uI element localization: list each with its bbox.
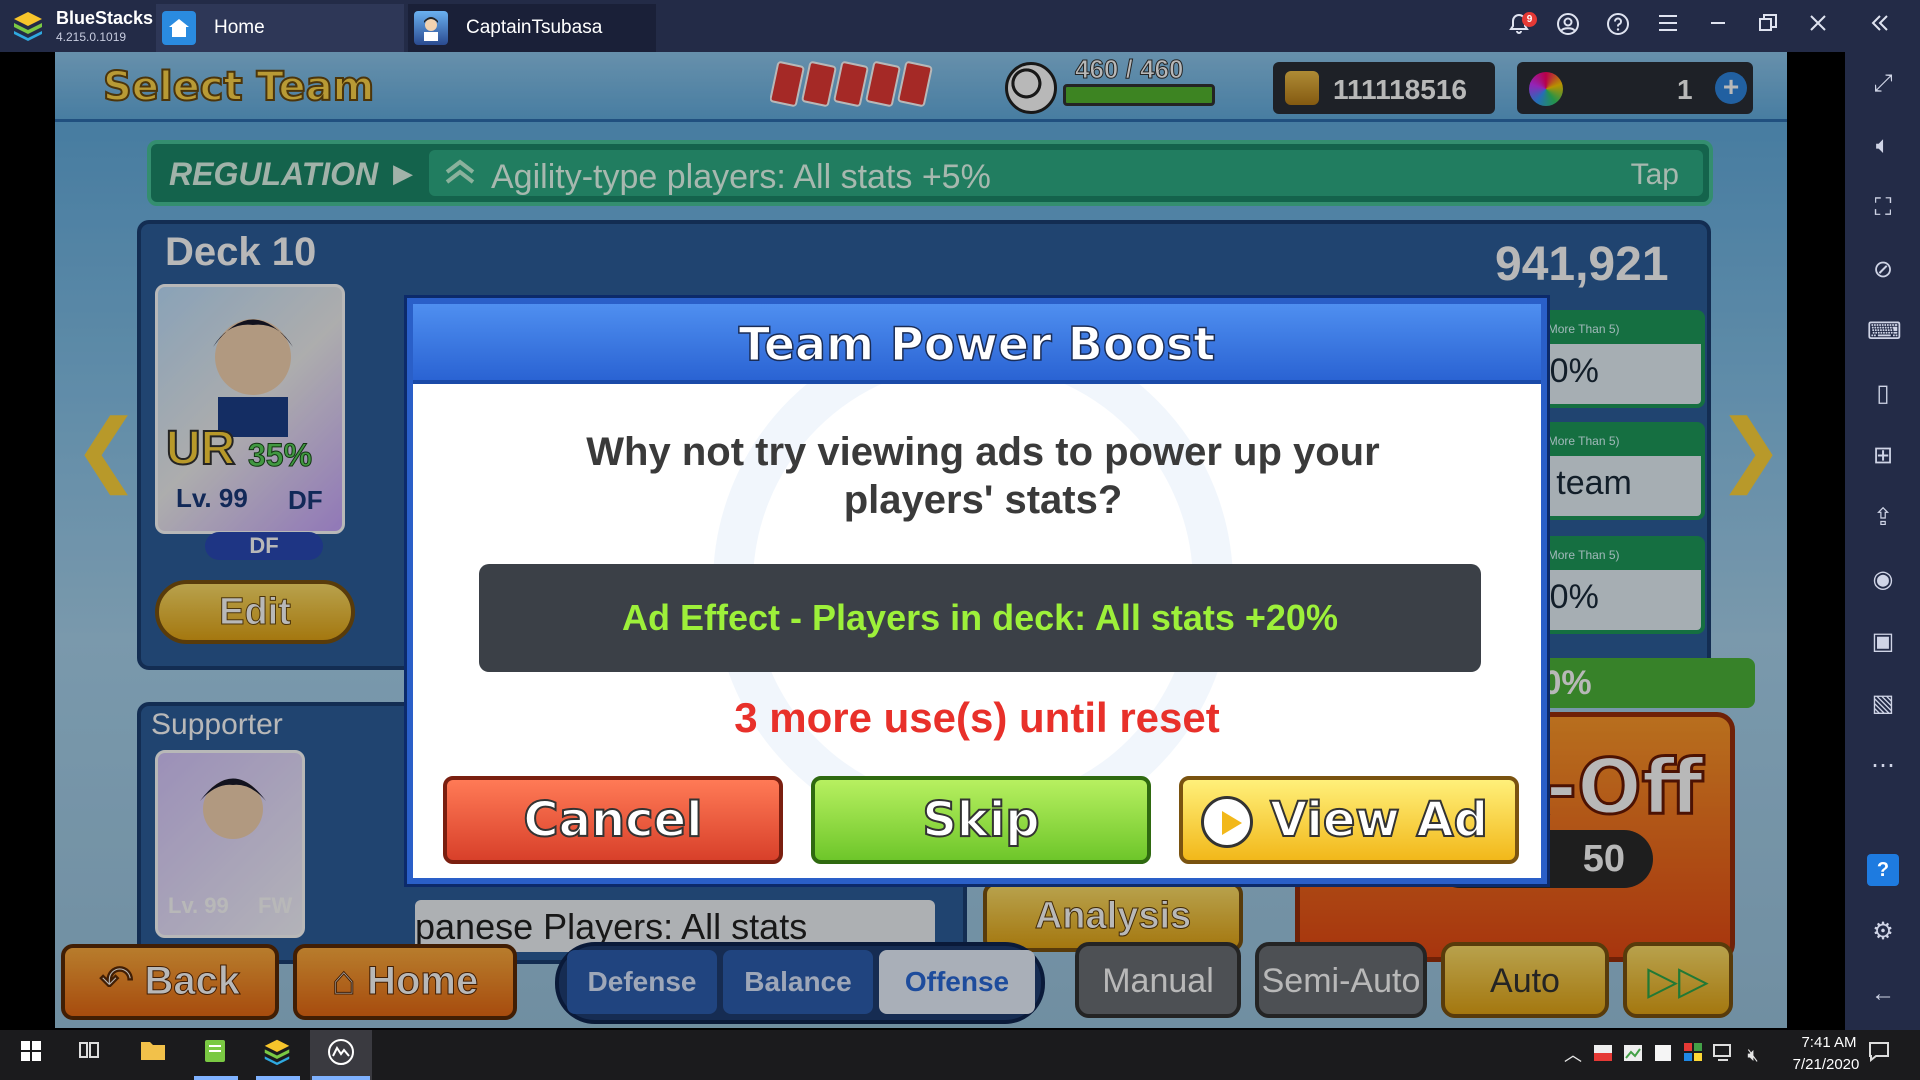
network-icon[interactable]: [1706, 1038, 1740, 1072]
screen-lock-icon[interactable]: ⛶: [1867, 192, 1899, 224]
active-indicator: [312, 1076, 370, 1080]
fullscreen-icon[interactable]: ⤢: [1867, 68, 1899, 100]
task-view-icon[interactable]: [72, 1038, 106, 1072]
file-explorer-icon[interactable]: [136, 1038, 170, 1072]
close-icon[interactable]: [1804, 12, 1832, 40]
skip-button[interactable]: Skip: [811, 776, 1151, 864]
view-ad-button[interactable]: View Ad: [1179, 776, 1519, 864]
tray-app-icon-1[interactable]: [1586, 1038, 1620, 1072]
play-icon: [1201, 796, 1253, 848]
team-power-boost-dialog: Team Power Boost Why not try viewing ads…: [407, 298, 1547, 884]
cancel-button[interactable]: Cancel: [443, 776, 783, 864]
clock-time[interactable]: 7:41 AM: [1784, 1034, 1874, 1051]
phone-icon[interactable]: ▯: [1867, 378, 1899, 410]
tray-app-icon-3[interactable]: [1646, 1038, 1680, 1072]
restore-icon[interactable]: [1754, 12, 1782, 40]
tab-home[interactable]: Home: [156, 4, 404, 52]
menu-icon[interactable]: [1654, 12, 1682, 40]
app-name: BlueStacks: [56, 8, 154, 28]
tab-captaintsubasa[interactable]: CaptainTsubasa: [408, 4, 656, 52]
eye-off-icon[interactable]: ⊘: [1867, 254, 1899, 286]
more-icon[interactable]: ⋯: [1867, 750, 1899, 782]
dialog-message: Why not try viewing ads to power up your…: [586, 430, 1380, 522]
uses-remaining-text: 3 more use(s) until reset: [734, 694, 1220, 741]
bluestacks-sidebar: ⤢ 🔈︎ ⛶ ⊘ ⌨ ▯ ⊞ ⇪ ◉ ▣ ▧ ⋯ ? ⚙ ←: [1845, 52, 1920, 1030]
dialog-title: Team Power Boost: [738, 316, 1216, 372]
tray-app-icon-2[interactable]: [1616, 1038, 1650, 1072]
collapse-sidebar-icon[interactable]: [1866, 12, 1894, 40]
bluestacks-titlebar: BlueStacks 4.215.0.1019 Home CaptainTsub…: [0, 0, 1920, 52]
windows-start-icon[interactable]: [14, 1038, 48, 1072]
minimize-icon[interactable]: [1704, 12, 1732, 40]
clock-date[interactable]: 7/21/2020: [1776, 1056, 1876, 1073]
app-version: 4.215.0.1019: [56, 30, 127, 44]
bluestacks-logo-icon: [14, 12, 42, 41]
chevron-up-icon[interactable]: ︿: [1556, 1038, 1590, 1072]
tab-home-label: Home: [214, 17, 265, 38]
help-icon[interactable]: [1604, 12, 1632, 40]
help-icon[interactable]: ?: [1867, 854, 1899, 886]
record-icon[interactable]: ▣: [1867, 626, 1899, 658]
keyboard-icon[interactable]: ⌨: [1867, 316, 1902, 348]
ad-effect-box: Ad Effect - Players in deck: All stats +…: [479, 564, 1481, 672]
camera-icon[interactable]: ◉: [1867, 564, 1899, 596]
bluestacks-taskbar-icon[interactable]: [260, 1038, 294, 1072]
notification-badge: 9: [1522, 12, 1537, 27]
action-center-icon[interactable]: [1862, 1038, 1896, 1072]
tray-app-icon-4[interactable]: [1676, 1038, 1710, 1072]
settings-icon[interactable]: ⚙: [1867, 916, 1899, 948]
volume-icon[interactable]: 🔈︎: [1867, 130, 1899, 162]
ad-effect-text: Ad Effect - Players in deck: All stats +…: [622, 597, 1338, 638]
dialog-header: Team Power Boost: [413, 304, 1541, 384]
media-icon[interactable]: ▧: [1867, 688, 1899, 720]
game-viewport[interactable]: Select Team 460 / 460 111118516 1 + REGU…: [55, 52, 1787, 1028]
game-app-icon: [414, 11, 448, 45]
active-indicator: [194, 1076, 238, 1080]
gamepad-icon[interactable]: ⊞: [1867, 440, 1899, 472]
install-apk-icon[interactable]: ⇪: [1867, 502, 1899, 534]
notes-app-icon[interactable]: [198, 1038, 232, 1072]
active-indicator: [256, 1076, 300, 1080]
home-icon: [162, 11, 196, 45]
back-icon[interactable]: ←: [1867, 978, 1899, 1010]
account-icon[interactable]: [1554, 12, 1582, 40]
windows-taskbar: ︿ 🔇︎ 7:41 AM 7/21/2020: [0, 1030, 1920, 1080]
game-taskbar-icon[interactable]: [324, 1038, 358, 1072]
volume-muted-icon[interactable]: 🔇︎: [1736, 1038, 1770, 1072]
tab-captaintsubasa-label: CaptainTsubasa: [466, 17, 603, 38]
view-ad-label: View Ad: [1269, 791, 1489, 849]
